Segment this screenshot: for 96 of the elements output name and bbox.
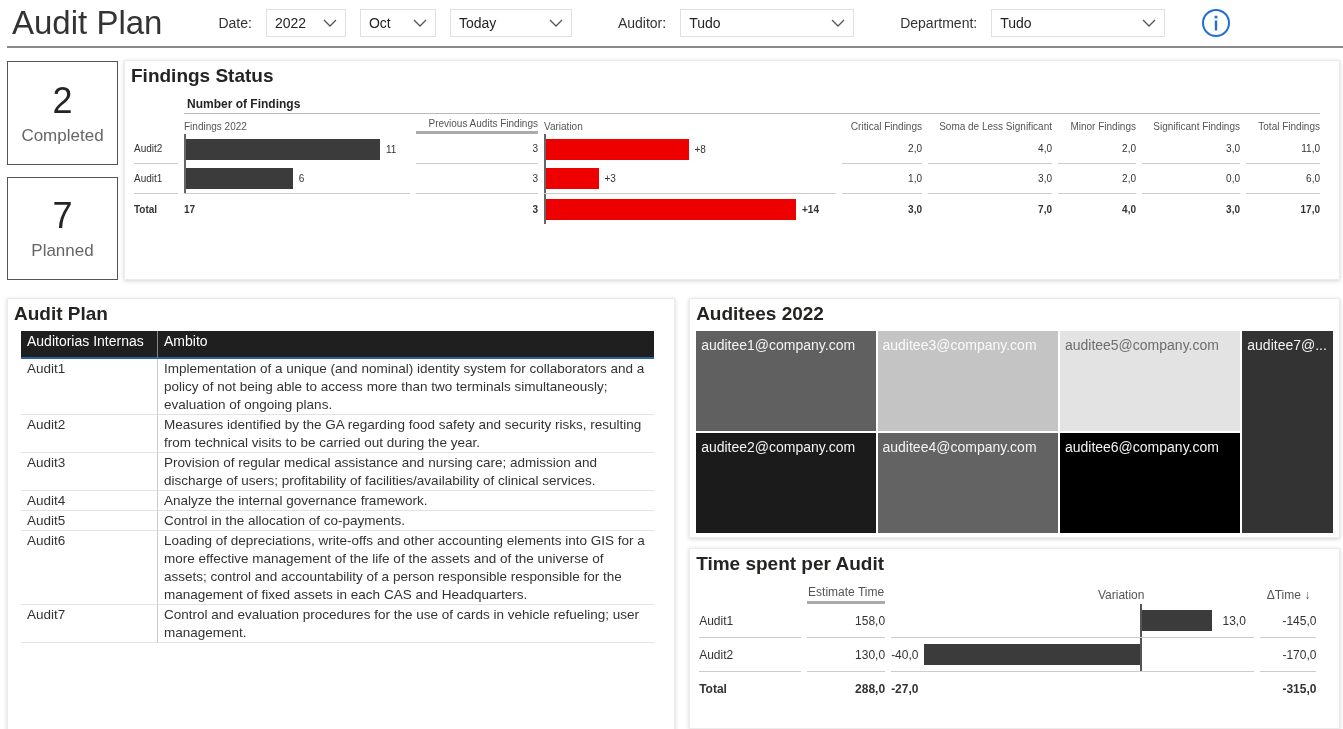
chevron-down-icon [412, 19, 427, 27]
treemap-tile[interactable]: auditee4@company.com [877, 433, 1058, 533]
bar-value: +8 [694, 143, 706, 155]
column-header[interactable]: Variation [891, 584, 1255, 604]
table-cell: 2,0 [842, 134, 922, 164]
row-header: Audit2 [699, 638, 802, 672]
treemap-tile[interactable]: auditee5@company.com [1059, 331, 1241, 431]
bar-value: 6 [298, 173, 305, 184]
filter-label: Date: [218, 15, 252, 31]
table-cell-text: 17,0 [1299, 202, 1320, 217]
dropdown[interactable]: Oct [359, 9, 436, 37]
table-cell: -145,0 [1260, 604, 1317, 638]
column-header: Auditorias Internas [21, 331, 158, 359]
table-cell: Audit6 [21, 531, 158, 605]
dropdown[interactable]: 2022 [265, 9, 346, 37]
kpi-label: Completed [21, 125, 104, 146]
bar-value: -40,0 [891, 647, 919, 662]
table-cell: Implementation of a unique (and nominal) identity system for collaborators and a policy of not being able to access more than two terminals simultaneously; evaluation of ongoing plans. [158, 359, 655, 415]
chevron-down-icon [1142, 19, 1157, 27]
table-cell: Measures identified by the GA regarding food safety and security risks, resulting from technical visits to be carried out during the year. [158, 415, 655, 453]
table-cell: Audit1 [21, 359, 158, 415]
table-cell: Audit2 [21, 415, 158, 453]
dropdown[interactable]: Tudo [680, 9, 855, 37]
table-cell: 11,0 [1246, 134, 1320, 164]
table-cell: Control in the allocation of co-payments. [158, 511, 655, 531]
kpi-value: 2 [52, 79, 73, 122]
column-header[interactable]: Minor Findings [1058, 117, 1136, 134]
table-cell: Analyze the internal governance framework. [158, 491, 655, 511]
table-cell: 6,0 [1246, 164, 1320, 194]
filter-label: Department: [900, 15, 978, 31]
table-cell-text: 3,0 [907, 202, 922, 217]
column-header[interactable]: Soma de Less Significant [928, 117, 1052, 134]
column-header[interactable]: ΔTime ↓ [1260, 584, 1317, 604]
group-header: Number of Findings [184, 93, 1320, 114]
chevron-down-icon [322, 19, 337, 27]
table-cell-text: -315,0 [1281, 681, 1317, 698]
bar-value: +14 [802, 203, 819, 215]
panel-title: Time spent per Audit [696, 553, 886, 575]
table-cell: 130,0 [807, 638, 886, 672]
treemap-tile[interactable]: auditee7@... [1242, 331, 1333, 533]
table-cell: Audit7 [21, 605, 158, 643]
kpi-label: Planned [31, 241, 94, 262]
column-header[interactable]: Previous Audits Findings [416, 114, 538, 134]
column-header[interactable]: Significant Findings [1142, 117, 1240, 134]
table-cell: 3,0 [1142, 134, 1240, 164]
table-cell: 158,0 [807, 604, 886, 638]
panel-title: Findings Status [131, 65, 275, 87]
column-header: Ambito [158, 331, 655, 359]
table-cell: 0,0 [1142, 164, 1240, 194]
table-cell: 3 [416, 164, 538, 194]
column-header[interactable]: Findings 2022 [184, 117, 410, 134]
row-header: Audit1 [134, 164, 178, 194]
table-cell: 3 [416, 134, 538, 164]
column-header[interactable]: Critical Findings [842, 117, 922, 134]
panel-title: Audit Plan [14, 303, 109, 325]
bar-value: +3 [604, 173, 616, 184]
table-cell: Audit5 [21, 511, 158, 531]
row-header: Total [699, 681, 728, 698]
bar-value: -27,0 [891, 682, 919, 696]
table-cell-text: 7,0 [1037, 202, 1052, 217]
treemap-tile[interactable]: auditee6@company.com [1059, 433, 1241, 533]
table-cell: 2,0 [1058, 164, 1136, 194]
row-header: Audit1 [699, 604, 802, 638]
table-cell: 4,0 [928, 134, 1052, 164]
table-cell: 3,0 [928, 164, 1052, 194]
kpi-value: 7 [52, 195, 73, 238]
treemap-tile[interactable]: auditee2@company.com [696, 433, 876, 533]
info-icon[interactable] [1201, 8, 1232, 38]
table-cell: Audit4 [21, 491, 158, 511]
table-cell-text: 3 [531, 202, 538, 217]
filter-label: Auditor: [617, 15, 667, 31]
row-header: Total [134, 202, 159, 217]
table-cell: -170,0 [1260, 638, 1317, 672]
table-cell-text: 4,0 [1121, 202, 1136, 217]
row-header: Audit2 [134, 134, 178, 164]
column-header[interactable]: Total Findings [1246, 117, 1320, 134]
table-cell: Control and evaluation procedures for the use of cards in vehicle refueling; user management. [158, 605, 655, 643]
table-cell: 2,0 [1058, 134, 1136, 164]
chevron-down-icon [548, 19, 563, 27]
bar-value: 11 [386, 143, 397, 155]
table-cell: Loading of depreciations, write-offs and other accounting elements into GIS for a more effective management of the life of the assets and of the universe of assets; control and accountability of a person responsible responsible for the management of fixed assets in each CAS and Headquarters. [158, 531, 655, 605]
chevron-down-icon [831, 19, 846, 27]
treemap-tile[interactable]: auditee1@company.com [696, 331, 876, 431]
table-cell: Provision of regular medical assistance and nursing care; admission and discharge of users; profitability of facilities/availability of clinical services. [158, 453, 655, 491]
bar-value: 17 [184, 203, 196, 215]
table-cell-text: 3,0 [1225, 202, 1240, 217]
column-header[interactable]: Estimate Time [807, 581, 886, 604]
dropdown[interactable]: Today [449, 9, 572, 37]
table-cell: 1,0 [842, 164, 922, 194]
table-cell: Audit3 [21, 453, 158, 491]
page-title: Audit Plan [12, 4, 163, 42]
column-header[interactable]: Variation [544, 117, 836, 134]
table-cell-text: 288,0 [854, 681, 886, 698]
panel-title: Auditees 2022 [696, 303, 825, 325]
bar-value: 13,0 [1222, 613, 1246, 628]
dropdown[interactable]: Tudo [991, 9, 1166, 37]
